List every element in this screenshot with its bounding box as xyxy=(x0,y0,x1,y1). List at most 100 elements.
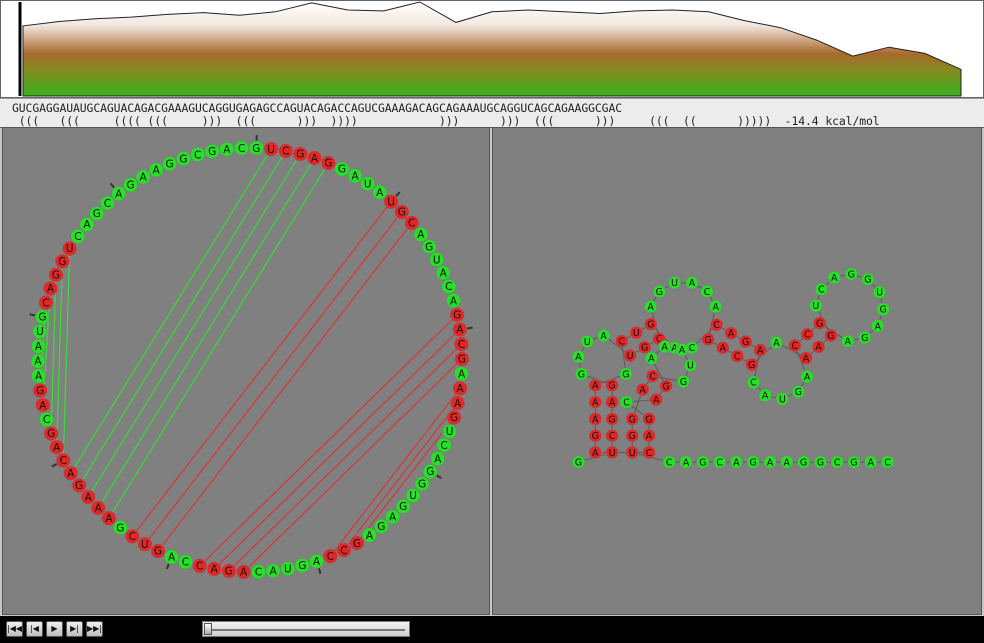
structure-nucleotide[interactable]: A xyxy=(758,388,772,402)
nucleotide[interactable]: A xyxy=(265,563,281,579)
nucleotide[interactable]: A xyxy=(111,186,127,202)
nucleotide[interactable]: G xyxy=(162,156,178,172)
structure-nucleotide[interactable]: U xyxy=(683,358,697,372)
structure-nucleotide[interactable]: G xyxy=(644,317,658,331)
nucleotide[interactable]: G xyxy=(34,309,50,325)
structure-nucleotide[interactable]: U xyxy=(629,326,643,340)
structure-nucleotide[interactable]: G xyxy=(659,379,673,393)
nucleotide[interactable]: G xyxy=(221,563,237,579)
nucleotide[interactable]: G xyxy=(394,204,410,220)
nucleotide[interactable]: A xyxy=(206,561,222,577)
structure-nucleotide[interactable]: U xyxy=(667,276,682,290)
structure-nucleotide[interactable]: U xyxy=(580,334,594,349)
structure-nucleotide[interactable]: C xyxy=(800,327,814,341)
nucleotide[interactable]: A xyxy=(219,141,235,157)
nucleotide[interactable]: A xyxy=(63,465,79,481)
nucleotide[interactable]: U xyxy=(137,536,153,552)
structure-nucleotide[interactable]: G xyxy=(797,455,811,469)
structure-nucleotide[interactable]: A xyxy=(644,299,658,314)
structure-nucleotide[interactable]: A xyxy=(571,350,585,364)
nucleotide[interactable]: A xyxy=(42,280,58,296)
nucleotide[interactable]: G xyxy=(248,140,264,156)
nucleotide[interactable]: U xyxy=(429,252,445,268)
nucleotide[interactable]: G xyxy=(48,267,64,283)
structure-nucleotide[interactable]: C xyxy=(605,429,619,443)
structure-nucleotide[interactable]: A xyxy=(642,429,656,443)
nucleotide[interactable]: A xyxy=(361,527,377,543)
nucleotide[interactable]: A xyxy=(35,397,51,413)
nucleotide[interactable]: G xyxy=(454,351,470,367)
structure-nucleotide[interactable]: A xyxy=(799,351,813,365)
nucleotide[interactable]: A xyxy=(30,338,46,354)
structure-nucleotide[interactable]: A xyxy=(841,334,855,348)
nucleotide[interactable]: G xyxy=(421,239,437,255)
structure-nucleotide[interactable]: G xyxy=(605,412,619,426)
nucleotide[interactable]: A xyxy=(452,321,468,337)
nucleotide[interactable]: C xyxy=(39,411,55,427)
nucleotide[interactable]: A xyxy=(49,439,65,455)
structure-nucleotide[interactable]: A xyxy=(827,270,841,285)
nucleotide[interactable]: C xyxy=(234,140,250,156)
first-icon[interactable]: |◀◀ xyxy=(6,621,23,637)
structure-nucleotide[interactable]: U xyxy=(623,349,637,363)
nucleotide[interactable]: A xyxy=(347,168,363,184)
nucleotide[interactable]: A xyxy=(413,227,429,243)
structure-nucleotide[interactable]: G xyxy=(791,385,805,399)
nucleotide[interactable]: G xyxy=(204,143,220,159)
structure-nucleotide[interactable]: G xyxy=(638,340,652,354)
nucleotide[interactable]: C xyxy=(177,554,193,570)
nucleotide[interactable]: G xyxy=(449,307,465,323)
structure-nucleotide[interactable]: C xyxy=(713,455,727,469)
structure-nucleotide[interactable]: A xyxy=(685,276,699,290)
nucleotide[interactable]: A xyxy=(309,553,325,569)
nucleotide[interactable]: C xyxy=(278,143,294,159)
structure-nucleotide[interactable]: G xyxy=(745,358,759,372)
nucleotide[interactable]: G xyxy=(150,543,166,559)
structure-nucleotide[interactable]: A xyxy=(864,455,878,469)
nucleotide[interactable]: U xyxy=(383,194,399,210)
structure-nucleotide[interactable]: G xyxy=(813,316,827,330)
structure-nucleotide[interactable]: G xyxy=(625,429,639,443)
structure-nucleotide[interactable]: G xyxy=(625,412,639,426)
structure-nucleotide[interactable]: C xyxy=(881,455,895,469)
structure-nucleotide[interactable]: G xyxy=(642,412,656,426)
nucleotide[interactable]: U xyxy=(32,324,48,340)
structure-nucleotide[interactable]: G xyxy=(571,455,586,469)
nucleotide[interactable]: G xyxy=(422,463,438,479)
structure-nucleotide[interactable]: G xyxy=(619,367,633,381)
next-icon[interactable]: ▶| xyxy=(66,621,83,637)
nucleotide[interactable]: A xyxy=(445,293,461,309)
structure-nucleotide[interactable]: G xyxy=(824,329,838,343)
structure-nucleotide[interactable]: A xyxy=(658,340,672,354)
nucleotide[interactable]: U xyxy=(62,241,78,257)
nucleotide[interactable]: G xyxy=(373,518,389,534)
structure-nucleotide[interactable]: A xyxy=(763,455,777,469)
nucleotide[interactable]: U xyxy=(405,487,421,503)
structure-nucleotide[interactable]: G xyxy=(844,267,858,281)
structure-nucleotide[interactable]: U xyxy=(809,299,823,313)
structure-nucleotide[interactable]: C xyxy=(645,369,660,383)
nucleotide[interactable]: C xyxy=(322,548,338,564)
structure-nucleotide[interactable]: A xyxy=(811,340,826,354)
structure-nucleotide[interactable]: A xyxy=(588,445,602,460)
nucleotide[interactable]: G xyxy=(446,409,462,425)
nucleotide[interactable]: G xyxy=(395,499,411,515)
structure-nucleotide[interactable]: U xyxy=(625,445,639,460)
structure-nucleotide[interactable]: A xyxy=(871,319,885,333)
structure-nucleotide[interactable]: G xyxy=(605,378,619,392)
structure-nucleotide[interactable]: A xyxy=(780,455,794,469)
structure-nucleotide[interactable]: G xyxy=(701,332,715,346)
nucleotide[interactable]: C xyxy=(404,215,420,231)
nucleotide[interactable]: A xyxy=(385,509,401,525)
structure-nucleotide[interactable]: C xyxy=(788,339,802,353)
nucleotide[interactable]: C xyxy=(453,336,469,352)
structure-nucleotide[interactable]: C xyxy=(814,282,828,296)
structure-nucleotide[interactable]: C xyxy=(830,455,844,469)
nucleotide[interactable]: G xyxy=(89,205,105,221)
nucleotide[interactable]: G xyxy=(43,425,59,441)
structure-nucleotide[interactable]: A xyxy=(753,343,767,357)
structure-nucleotide[interactable]: G xyxy=(847,455,861,469)
nucleotide[interactable]: G xyxy=(292,146,308,162)
circle-plot-panel[interactable]: GUCGAGGAUAUGCAGUACAGACGAAAGUCAGGUGAGAGCC… xyxy=(2,127,490,615)
nucleotide[interactable]: G xyxy=(123,177,139,193)
